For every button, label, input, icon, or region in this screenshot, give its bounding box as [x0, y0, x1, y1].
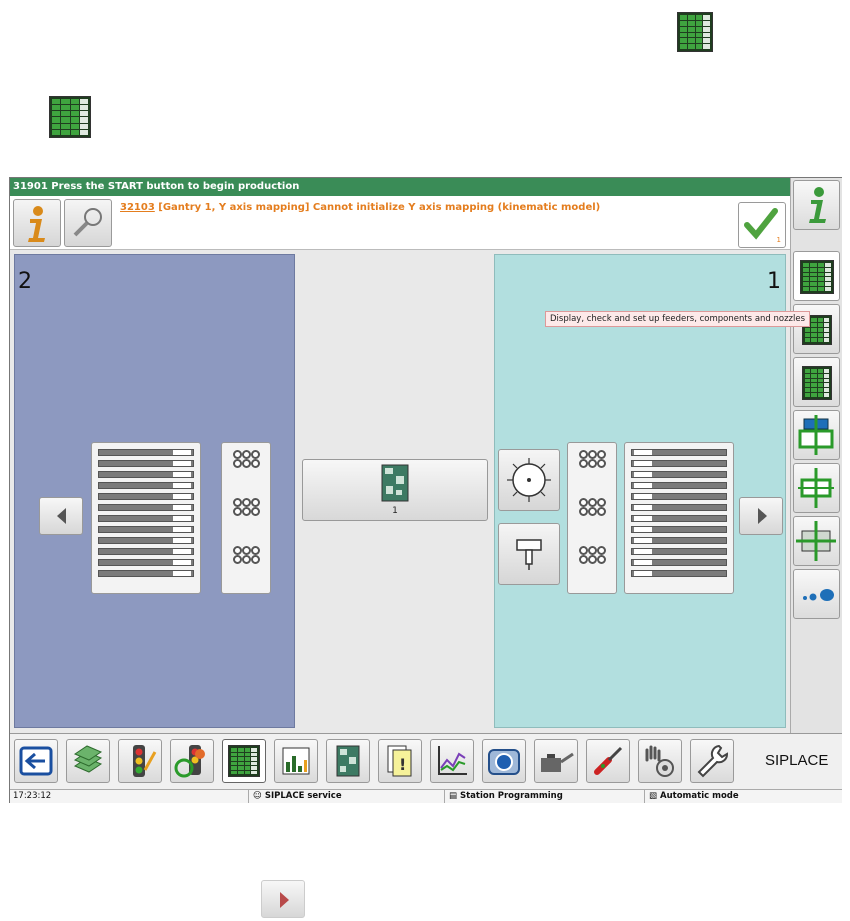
traffic-light-button[interactable] — [118, 739, 162, 783]
wrench-icon — [697, 744, 728, 778]
tooltip: Display, check and set up feeders, compo… — [545, 311, 811, 327]
arrow-left-icon — [57, 508, 66, 524]
user-status: ☺ SIPLACE service — [248, 790, 444, 803]
pcb-board-icon — [381, 464, 409, 502]
mode-icon: ▧ — [649, 791, 660, 801]
settings-button[interactable] — [638, 739, 682, 783]
ack-count: 1 — [776, 236, 781, 244]
gantry-number: 2 — [18, 269, 32, 294]
feeder-grid-icon — [228, 745, 260, 777]
station-label: Station Programming — [460, 791, 563, 801]
exit-button[interactable] — [14, 739, 58, 783]
error-text: [Gantry 1, Y axis mapping] Cannot initia… — [154, 202, 601, 213]
statistics-button[interactable] — [274, 739, 318, 783]
siplace-station-window: 31901 Press the START button to begin pr… — [9, 177, 842, 803]
mode-label: Automatic mode — [660, 791, 739, 801]
nozzle-tool-button[interactable] — [498, 523, 560, 585]
user-icon: ☺ — [253, 791, 265, 801]
station-status: ▤ Station Programming — [444, 790, 644, 803]
clock: 17:23:12 — [13, 791, 52, 801]
arrow-right-icon — [261, 880, 305, 918]
feeder-grid-icon — [800, 260, 834, 294]
nozzle-grid-icon — [802, 366, 832, 400]
tools-button[interactable] — [586, 739, 630, 783]
acknowledge-button[interactable]: 1 — [738, 202, 786, 248]
station-icon: ▤ — [449, 791, 460, 801]
maintenance-button[interactable] — [534, 739, 578, 783]
nozzle-tool-icon — [516, 539, 542, 570]
camera-icon — [488, 749, 520, 775]
gantry-2-panel[interactable]: 2 — [14, 254, 295, 728]
setup-button[interactable] — [222, 739, 266, 783]
info-icon — [809, 187, 826, 223]
head-setup-button[interactable] — [793, 410, 840, 460]
board-crosshair-icon — [796, 521, 836, 561]
gantry-number: 1 — [767, 269, 781, 294]
status-header: 31901 Press the START button to begin pr… — [10, 178, 790, 196]
board-view-button[interactable] — [326, 739, 370, 783]
error-message[interactable]: 32103 [Gantry 1, Y axis mapping] Cannot … — [120, 202, 600, 213]
nozzle-changer[interactable] — [221, 442, 271, 594]
error-code-link[interactable]: 32103 — [120, 202, 155, 213]
mode-status: ▧ Automatic mode — [644, 790, 842, 803]
search-button[interactable] — [64, 199, 112, 247]
info-icon — [28, 206, 45, 242]
stack-icon — [73, 745, 103, 773]
brand-label: SIPLACE — [765, 752, 829, 769]
trend-button[interactable] — [430, 739, 474, 783]
line-chart-icon — [438, 746, 467, 775]
taskbar: ! SIPLACE — [10, 733, 842, 789]
oil-can-icon — [541, 752, 574, 772]
feeder-grid-icon — [49, 96, 91, 138]
service-button[interactable] — [690, 739, 734, 783]
arrow-right-icon — [758, 508, 767, 524]
user-label: SIPLACE service — [264, 791, 342, 801]
refresh-status-button[interactable] — [170, 739, 214, 783]
traffic-refresh-icon — [174, 745, 205, 778]
head-outline-icon — [798, 468, 834, 508]
feeder-table[interactable] — [91, 442, 201, 594]
board-count: 1 — [392, 506, 398, 516]
next-button[interactable] — [739, 497, 783, 535]
placement-head-button[interactable] — [498, 449, 560, 511]
previous-button[interactable] — [39, 497, 83, 535]
head-green-icon — [798, 415, 834, 455]
info-button[interactable] — [13, 199, 61, 247]
message-bar: 32103 [Gantry 1, Y axis mapping] Cannot … — [10, 196, 790, 250]
screwdriver-icon — [594, 746, 623, 775]
bar-chart-icon — [282, 747, 310, 775]
vision-setup-button[interactable] — [793, 463, 840, 513]
messages-button[interactable]: ! — [378, 739, 422, 783]
revolver-head-icon — [507, 458, 551, 502]
status-bar: 17:23:12 ☺ SIPLACE service ▤ Station Pro… — [10, 789, 842, 803]
board-setup-button[interactable] — [793, 516, 840, 566]
magnifier-icon — [73, 208, 102, 237]
nozzle-changer[interactable] — [567, 442, 617, 594]
warning-pages-icon: ! — [387, 745, 412, 777]
feeder-grid-icon — [677, 12, 713, 52]
traffic-light-icon — [133, 745, 157, 777]
exit-arrow-icon — [19, 746, 53, 776]
more-options-button[interactable] — [793, 569, 840, 619]
svg-text:!: ! — [399, 755, 406, 774]
hand-gear-icon — [645, 745, 674, 777]
board-button[interactable]: 1 — [302, 459, 488, 521]
right-sidebar — [790, 178, 842, 736]
pcb-icon — [336, 745, 360, 777]
nozzle-list-button[interactable] — [793, 357, 840, 407]
dots-icon — [803, 589, 834, 601]
camera-button[interactable] — [482, 739, 526, 783]
info-sidebar-button[interactable] — [793, 180, 840, 230]
feeder-table[interactable] — [624, 442, 734, 594]
production-button[interactable] — [66, 739, 110, 783]
feeders-sidebar-button[interactable] — [793, 251, 840, 301]
